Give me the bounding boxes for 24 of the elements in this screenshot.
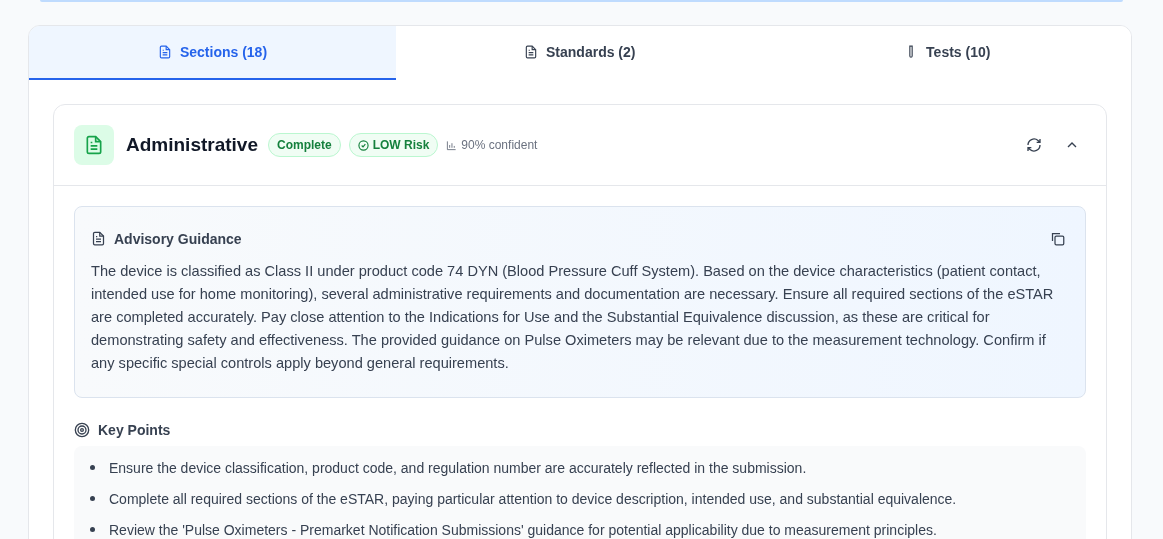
bullet-icon [90, 496, 95, 501]
document-icon [524, 45, 538, 59]
guidance-text: The device is classified as Class II under product code 74 DYN (Blood Pressure Cuff System). Based on the device characteristics (patient contact, intended use for home monitoring), several administrative requirements and documentation are necessary. Ensure all required sections of the eSTAR are completed accurately. Pay close attention to the Indications for Use and the Substantial Equivalence discussion, as these are critical for demonstrating safety and effectiveness. The provided guidance on Pulse Oximeters may be relevant due to the measurement technology. Confirm if any specific special controls apply beyond general requirements. [91, 262, 1055, 373]
key-point: Review the 'Pulse Oximeters - Premarket Notification Submissions' guidance for potential applicability due to measurement principles. [109, 522, 937, 538]
confidence-text: 90% confident [461, 138, 538, 152]
tab[interactable]: Sections (18) [29, 26, 396, 80]
document-icon [91, 231, 106, 246]
key-points-title: Key Points [98, 422, 171, 438]
guidance-title: Advisory Guidance [114, 230, 242, 247]
key-point: Ensure the device classification, product code, and regulation number are accurately reflected in the submission. [109, 460, 807, 476]
bullet-icon [90, 465, 95, 470]
target-icon [74, 422, 90, 438]
document-icon [74, 125, 114, 165]
key-point: Complete all required sections of the eSTAR, paying particular attention to device description, intended use, and substantial equivalence. [109, 491, 957, 507]
section-title: Administrative [126, 134, 258, 156]
status-badge: Complete [268, 133, 341, 157]
risk-label: LOW Risk [372, 138, 430, 152]
tab[interactable]: Tests (10) [763, 26, 1131, 80]
check-circle-icon [357, 139, 369, 151]
document-icon [157, 45, 172, 59]
bar-chart-icon [446, 139, 458, 151]
refresh-icon [1026, 137, 1042, 153]
copy-icon [1050, 231, 1065, 246]
bullet-icon [90, 527, 95, 532]
